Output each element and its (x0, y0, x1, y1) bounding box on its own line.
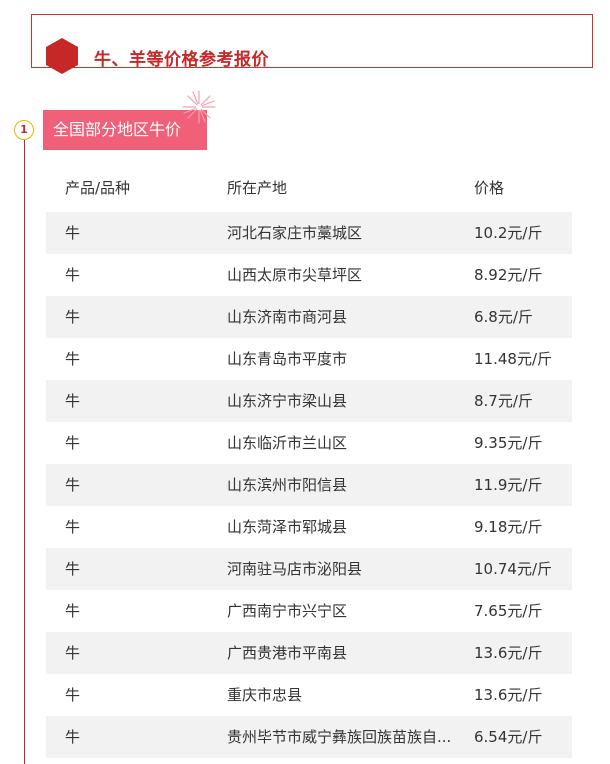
price-table: 产品/品种 所在产地 价格 牛河北石家庄市藁城区 10.2元/斤牛山西太原市尖草坪… (46, 166, 572, 758)
table-row: 牛 山东菏泽市郓城县 9.18元/斤 (46, 506, 572, 548)
cell-origin: 山东济宁市梁山县 (227, 392, 348, 410)
column-header-origin: 所在产地 (227, 179, 288, 197)
cell-product: 牛 (65, 434, 81, 452)
cell-product: 牛 (65, 266, 81, 284)
cell-price: 13.6元/斤 (474, 644, 543, 662)
table-row: 牛 山西太原市尖草坪区 8.92元/斤 (46, 254, 572, 296)
cell-product: 牛 (65, 644, 81, 662)
cell-origin: 山西太原市尖草坪区 (227, 266, 363, 284)
hexagon-icon (46, 38, 78, 74)
cell-origin: 重庆市忠县 (227, 686, 303, 704)
table-row: 牛 山东滨州市阳信县 11.9元/斤 (46, 464, 572, 506)
cell-origin: 山东青岛市平度市 (227, 350, 348, 368)
cell-product: 牛 (65, 686, 81, 704)
cell-product: 牛 (65, 560, 81, 578)
cell-origin: 山东菏泽市郓城县 (227, 518, 348, 536)
page-title: 牛、羊等价格参考报价 (94, 50, 269, 70)
cell-price: 6.54元/斤 (474, 728, 543, 746)
header-box: 牛、羊等价格参考报价 (31, 14, 593, 74)
cell-origin: 山东临沂市兰山区 (227, 434, 348, 452)
cell-price: 9.35元/斤 (474, 434, 543, 452)
cell-origin: 广西贵港市平南县 (227, 644, 348, 662)
table-row: 牛 重庆市忠县 13.6元/斤 (46, 674, 572, 716)
table-row: 牛 河北石家庄市藁城区 10.2元/斤 (46, 212, 572, 254)
cell-origin: 贵州毕节市威宁彝族回族苗族自... (227, 728, 452, 746)
cell-product: 牛 (65, 224, 81, 242)
table-row: 牛 广西南宁市兴宁区 7.65元/斤 (46, 590, 572, 632)
section-number-badge: 1 (14, 120, 34, 140)
cell-price: 10.2元/斤 (474, 224, 543, 242)
cell-origin: 河北石家庄市藁城区 (227, 224, 363, 242)
cell-price: 11.9元/斤 (474, 476, 543, 494)
table-row: 牛 河南驻马店市泌阳县 10.74元/斤 (46, 548, 572, 590)
cell-product: 牛 (65, 392, 81, 410)
cell-product: 牛 (65, 350, 81, 368)
table-row: 牛 广西贵港市平南县 13.6元/斤 (46, 632, 572, 674)
cell-origin: 河南驻马店市泌阳县 (227, 560, 363, 578)
cell-price: 11.48元/斤 (474, 350, 552, 368)
column-header-product: 产品/品种 (65, 179, 131, 197)
cell-product: 牛 (65, 308, 81, 326)
cell-price: 10.74元/斤 (474, 560, 552, 578)
cell-product: 牛 (65, 518, 81, 536)
table-row: 牛 贵州毕节市威宁彝族回族苗族自... 6.54元/斤 (46, 716, 572, 758)
table-row: 牛 山东济宁市梁山县 8.7元/斤 (46, 380, 572, 422)
table-row: 牛 山东青岛市平度市 11.48元/斤 (46, 338, 572, 380)
cell-origin: 广西南宁市兴宁区 (227, 602, 348, 620)
cell-price: 13.6元/斤 (474, 686, 543, 704)
timeline-line (24, 135, 25, 764)
table-header: 产品/品种 所在产地 价格 (46, 166, 572, 212)
column-header-price: 价格 (474, 179, 505, 197)
cell-product: 牛 (65, 476, 81, 494)
cell-product: 牛 (65, 602, 81, 620)
cell-origin: 山东滨州市阳信县 (227, 476, 348, 494)
cell-price: 6.8元/斤 (474, 308, 533, 326)
cell-product: 牛 (65, 728, 81, 746)
cell-price: 9.18元/斤 (474, 518, 543, 536)
cell-price: 7.65元/斤 (474, 602, 543, 620)
firework-icon (182, 90, 216, 124)
cell-origin: 山东济南市商河县 (227, 308, 348, 326)
table-row: 牛 山东临沂市兰山区 9.35元/斤 (46, 422, 572, 464)
cell-price: 8.7元/斤 (474, 392, 533, 410)
table-row: 牛 山东济南市商河县 6.8元/斤 (46, 296, 572, 338)
cell-price: 8.92元/斤 (474, 266, 543, 284)
